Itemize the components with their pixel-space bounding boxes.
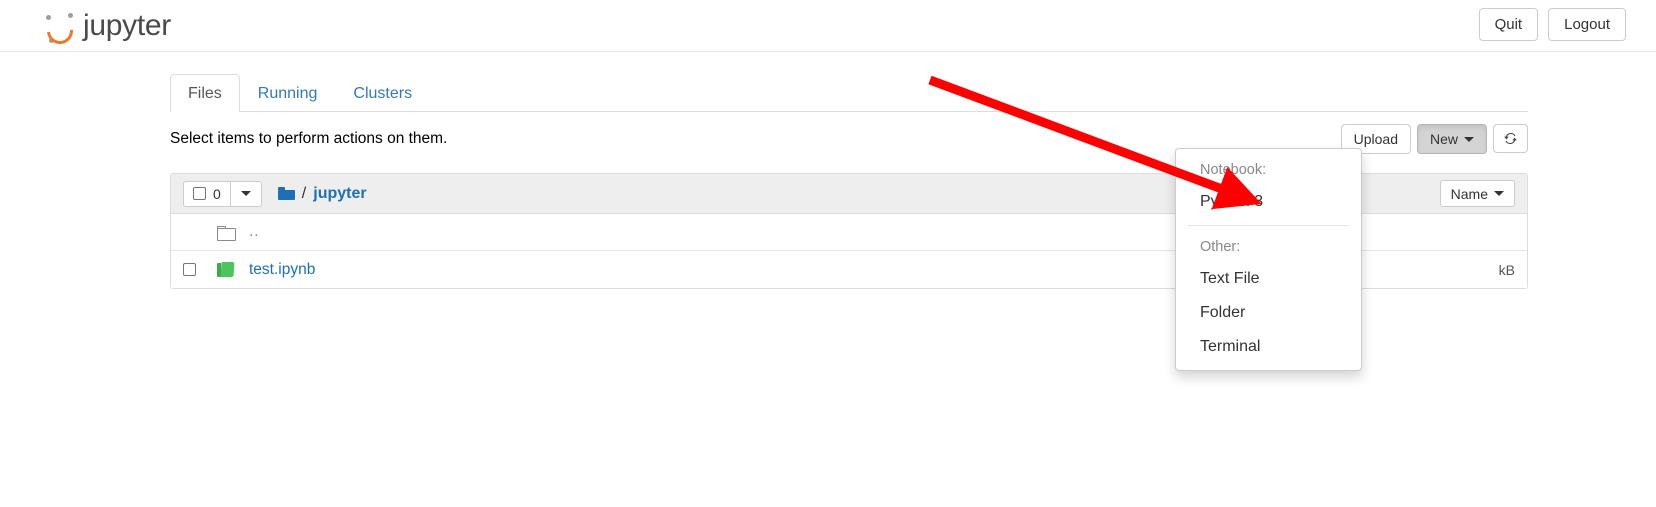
- row-icon-slot: [217, 225, 249, 241]
- menu-divider: [1188, 225, 1349, 226]
- refresh-icon: [1504, 133, 1517, 144]
- logo-dot-top-left: [46, 15, 51, 20]
- jupyter-logo-brand[interactable]: jupyter: [41, 3, 171, 50]
- new-dropdown-menu: Notebook: Python 3 Other: Text File Fold…: [1175, 148, 1362, 371]
- chevron-down-icon: [240, 191, 251, 196]
- header-button-group: Quit Logout: [1478, 8, 1626, 41]
- jupyter-logo-icon: [41, 9, 79, 50]
- select-all-group: 0: [183, 180, 262, 207]
- tab-files[interactable]: Files: [170, 74, 240, 112]
- new-button-label: New: [1429, 131, 1458, 147]
- row-checkbox[interactable]: [183, 263, 196, 276]
- brand-title: jupyter: [83, 9, 171, 42]
- refresh-button[interactable]: [1493, 124, 1528, 153]
- row-checkbox-slot: [183, 263, 217, 276]
- page-header: jupyter Quit Logout: [0, 0, 1656, 52]
- selected-count: 0: [213, 185, 221, 202]
- breadcrumb: / jupyter: [277, 184, 367, 203]
- chevron-down-icon: [1464, 137, 1474, 142]
- menu-item-terminal[interactable]: Terminal: [1176, 330, 1361, 364]
- select-menu-button[interactable]: [229, 180, 262, 207]
- toolbar-buttons: Upload New: [1340, 124, 1528, 154]
- sort-label: Name: [1450, 185, 1488, 202]
- select-all-checkbox[interactable]: [193, 187, 206, 200]
- tab-bar: Files Running Clusters: [170, 74, 1528, 112]
- menu-section-notebook-header: Notebook:: [1200, 162, 1267, 178]
- select-all-checkbox-button[interactable]: 0: [183, 180, 230, 207]
- parent-directory-link[interactable]: ..: [249, 223, 260, 241]
- logo-dot-top-right: [68, 13, 73, 18]
- chevron-down-icon: [1494, 191, 1504, 196]
- jupyter-notebook-page: jupyter Quit Logout Files Running Cluste…: [0, 0, 1656, 507]
- new-dropdown-button[interactable]: New: [1416, 124, 1487, 154]
- folder-open-icon: [217, 225, 236, 241]
- menu-item-python-3[interactable]: Python 3: [1176, 185, 1361, 219]
- quit-button[interactable]: Quit: [1478, 8, 1539, 41]
- folder-icon[interactable]: [277, 187, 295, 200]
- notebook-icon: [217, 262, 234, 278]
- breadcrumb-separator: /: [301, 184, 307, 202]
- tab-running[interactable]: Running: [240, 74, 336, 112]
- breadcrumb-path-jupyter[interactable]: jupyter: [313, 185, 366, 203]
- menu-item-text-file[interactable]: Text File: [1176, 262, 1361, 296]
- select-items-message: Select items to perform actions on them.: [170, 130, 448, 147]
- row-icon-slot: [217, 262, 249, 278]
- sort-name-button[interactable]: Name: [1439, 180, 1515, 207]
- menu-item-folder[interactable]: Folder: [1176, 296, 1361, 330]
- file-size: kB: [1498, 261, 1515, 278]
- file-link-test-ipynb[interactable]: test.ipynb: [249, 261, 315, 279]
- logout-button[interactable]: Logout: [1548, 8, 1626, 41]
- menu-section-other-header: Other:: [1200, 239, 1241, 255]
- tab-clusters[interactable]: Clusters: [335, 74, 430, 112]
